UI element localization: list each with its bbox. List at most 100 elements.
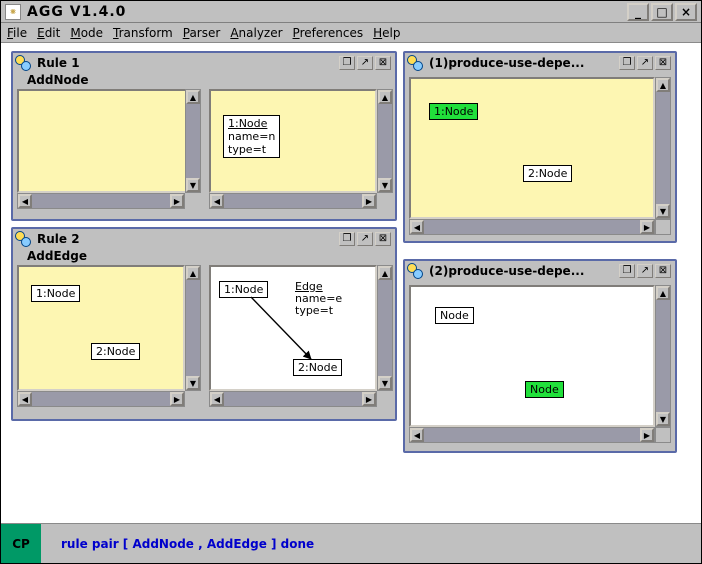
scroll-up-icon[interactable]: ▲	[186, 90, 200, 104]
scroll-track[interactable]	[224, 392, 362, 406]
graph-node[interactable]: 1:Node name=n type=t	[223, 115, 280, 158]
rule-1-lhs-hscroll[interactable]: ◀ ▶	[17, 193, 185, 209]
menu-mode[interactable]: Mode	[70, 26, 103, 40]
frame-rule-2-body: AddEdge 1:Node 2:Node ◀ ▶ ▲	[13, 249, 395, 419]
frame-rule-1-maximize-button[interactable]: ↗	[357, 56, 373, 70]
frame-rule-1-restore-button[interactable]: ❐	[339, 56, 355, 70]
rule-2-rhs-hscroll[interactable]: ◀ ▶	[209, 391, 377, 407]
scroll-down-icon[interactable]: ▼	[656, 412, 670, 426]
frame-dep-2-restore-button[interactable]: ❐	[619, 264, 635, 278]
frame-dep-2-titlebar[interactable]: (2)produce-use-depe... ❐ ↗ ⊠	[405, 261, 675, 281]
scroll-up-icon[interactable]: ▲	[378, 266, 392, 280]
frame-rule-2-restore-button[interactable]: ❐	[339, 232, 355, 246]
scroll-left-icon[interactable]: ◀	[18, 392, 32, 406]
menu-parser[interactable]: Parser	[183, 26, 221, 40]
scroll-corner	[655, 427, 671, 443]
frame-rule-1-close-button[interactable]: ⊠	[375, 56, 391, 70]
graph-node[interactable]: 1:Node	[31, 285, 80, 302]
minimize-button[interactable]: _	[627, 3, 649, 21]
scroll-left-icon[interactable]: ◀	[210, 392, 224, 406]
graph-node[interactable]: Node	[435, 307, 474, 324]
scroll-track[interactable]	[186, 104, 200, 178]
scroll-down-icon[interactable]: ▼	[656, 204, 670, 218]
rule-1-lhs-vscroll[interactable]: ▲ ▼	[185, 89, 201, 193]
scroll-right-icon[interactable]: ▶	[640, 428, 654, 442]
scroll-down-icon[interactable]: ▼	[186, 178, 200, 192]
frame-dep-1-close-button[interactable]: ⊠	[655, 56, 671, 70]
graph-node[interactable]: 1:Node	[219, 281, 268, 298]
scroll-track[interactable]	[378, 280, 392, 376]
rule-1-rhs-hscroll[interactable]: ◀ ▶	[209, 193, 377, 209]
graph-node-highlighted[interactable]: 1:Node	[429, 103, 478, 120]
frame-rule-1-body: AddNode ◀ ▶ ▲ ▼ 1:Node name=n	[13, 73, 395, 219]
scroll-right-icon[interactable]: ▶	[170, 194, 184, 208]
menu-analyzer[interactable]: Analyzer	[230, 26, 282, 40]
node-id-label: 1:Node	[224, 283, 263, 296]
maximize-button[interactable]: □	[651, 3, 673, 21]
frame-dep-1-restore-button[interactable]: ❐	[619, 56, 635, 70]
frame-rule-1-titlebar[interactable]: Rule 1 ❐ ↗ ⊠	[13, 53, 395, 73]
scroll-track[interactable]	[186, 280, 200, 376]
scroll-right-icon[interactable]: ▶	[170, 392, 184, 406]
scroll-up-icon[interactable]: ▲	[656, 78, 670, 92]
dep-2-hscroll[interactable]: ◀ ▶	[409, 427, 655, 443]
scroll-down-icon[interactable]: ▼	[378, 178, 392, 192]
scroll-down-icon[interactable]: ▼	[186, 376, 200, 390]
graph-node[interactable]: 2:Node	[523, 165, 572, 182]
scroll-right-icon[interactable]: ▶	[362, 194, 376, 208]
rule-1-rhs-vscroll[interactable]: ▲ ▼	[377, 89, 393, 193]
frame-dep-2-close-button[interactable]: ⊠	[655, 264, 671, 278]
status-bar: CP rule pair [ AddNode , AddEdge ] done	[1, 523, 701, 563]
scroll-track[interactable]	[656, 300, 670, 412]
close-button[interactable]: ×	[675, 3, 697, 21]
graph-icon	[15, 55, 31, 71]
graph-node[interactable]: 2:Node	[293, 359, 342, 376]
menu-transform[interactable]: Transform	[113, 26, 173, 40]
scroll-track[interactable]	[378, 104, 392, 178]
rule-1-rhs-pane[interactable]: 1:Node name=n type=t	[209, 89, 377, 193]
scroll-track[interactable]	[224, 194, 362, 208]
rule-2-lhs-hscroll[interactable]: ◀ ▶	[17, 391, 185, 407]
frame-rule-2-close-button[interactable]: ⊠	[375, 232, 391, 246]
scroll-track[interactable]	[32, 392, 170, 406]
scroll-down-icon[interactable]: ▼	[378, 376, 392, 390]
scroll-left-icon[interactable]: ◀	[210, 194, 224, 208]
scroll-up-icon[interactable]: ▲	[186, 266, 200, 280]
menu-preferences[interactable]: Preferences	[293, 26, 364, 40]
menu-edit[interactable]: Edit	[37, 26, 60, 40]
rule-2-rhs-pane[interactable]: 1:Node 2:Node Edge	[209, 265, 377, 391]
scroll-up-icon[interactable]: ▲	[378, 90, 392, 104]
frame-dep-1-titlebar[interactable]: (1)produce-use-depe... ❐ ↗ ⊠	[405, 53, 675, 73]
node-attr: name=n	[228, 130, 275, 143]
menu-file[interactable]: File	[7, 26, 27, 40]
rule-1-lhs-pane[interactable]	[17, 89, 201, 193]
scroll-right-icon[interactable]: ▶	[362, 392, 376, 406]
scroll-left-icon[interactable]: ◀	[18, 194, 32, 208]
rule-2-lhs-vscroll[interactable]: ▲ ▼	[185, 265, 201, 391]
rule-2-rhs-vscroll[interactable]: ▲ ▼	[377, 265, 393, 391]
scroll-track[interactable]	[656, 92, 670, 204]
node-id-label: Node	[530, 383, 559, 396]
menu-help[interactable]: Help	[373, 26, 400, 40]
scroll-track[interactable]	[424, 428, 640, 442]
rule-2-lhs-pane[interactable]: 1:Node 2:Node	[17, 265, 185, 391]
frame-dep-1-maximize-button[interactable]: ↗	[637, 56, 653, 70]
frame-dep-2-maximize-button[interactable]: ↗	[637, 264, 653, 278]
scroll-left-icon[interactable]: ◀	[410, 220, 424, 234]
scroll-left-icon[interactable]: ◀	[410, 428, 424, 442]
scroll-right-icon[interactable]: ▶	[640, 220, 654, 234]
menu-bar: File Edit Mode Transform Parser Analyzer…	[1, 23, 701, 43]
scroll-up-icon[interactable]: ▲	[656, 286, 670, 300]
scroll-track[interactable]	[32, 194, 170, 208]
dep-2-pane[interactable]: Node Node	[409, 285, 655, 427]
frame-rule-2-titlebar[interactable]: Rule 2 ❐ ↗ ⊠	[13, 229, 395, 249]
scroll-track[interactable]	[424, 220, 640, 234]
graph-node[interactable]: 2:Node	[91, 343, 140, 360]
rule-2-label: AddEdge	[27, 249, 87, 263]
dep-1-vscroll[interactable]: ▲ ▼	[655, 77, 671, 219]
dep-1-hscroll[interactable]: ◀ ▶	[409, 219, 655, 235]
graph-node-highlighted[interactable]: Node	[525, 381, 564, 398]
dep-1-pane[interactable]: 1:Node 2:Node	[409, 77, 655, 219]
dep-2-vscroll[interactable]: ▲ ▼	[655, 285, 671, 427]
frame-rule-2-maximize-button[interactable]: ↗	[357, 232, 373, 246]
